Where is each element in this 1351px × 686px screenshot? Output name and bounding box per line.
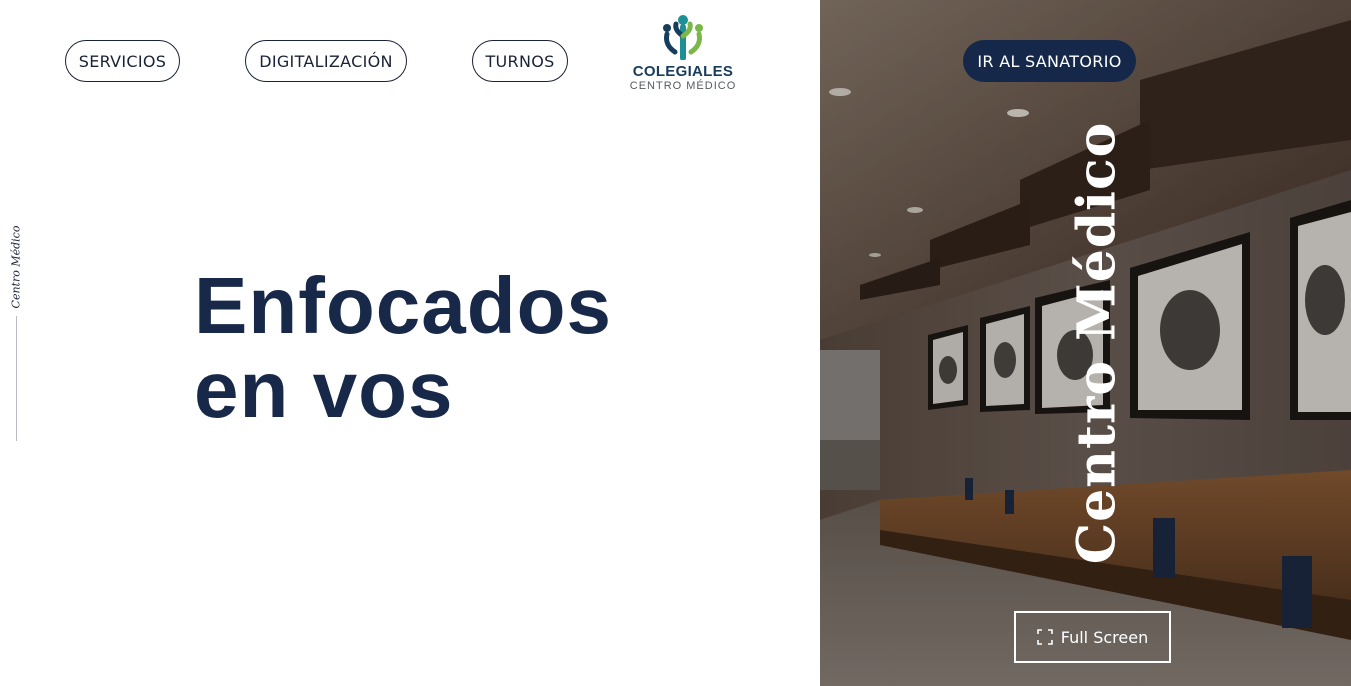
- nav-servicios-button[interactable]: SERVICIOS: [65, 40, 180, 82]
- photo-title: Centro Médico: [1066, 121, 1128, 565]
- page: SERVICIOS DIGITALIZACIÓN TURNOS COLEGIAL…: [0, 0, 1351, 686]
- side-divider-line: [16, 316, 17, 441]
- nav-turnos-button[interactable]: TURNOS: [472, 40, 568, 82]
- nav-digitalizacion-button[interactable]: DIGITALIZACIÓN: [245, 40, 407, 82]
- expand-icon: [1036, 629, 1053, 645]
- ir-al-sanatorio-button[interactable]: IR AL SANATORIO: [963, 40, 1136, 82]
- nav-digitalizacion-label: DIGITALIZACIÓN: [259, 51, 393, 71]
- hero-line-2: en vos: [194, 345, 454, 434]
- nav-turnos-label: TURNOS: [485, 51, 555, 71]
- logo-subtitle: CENTRO MÉDICO: [629, 80, 737, 92]
- hero-headline: Enfocados en vos: [194, 264, 612, 432]
- full-screen-button[interactable]: Full Screen: [1014, 611, 1171, 663]
- logo-figures-icon: [663, 15, 703, 60]
- logo-name: COLEGIALES: [632, 63, 734, 80]
- side-label: Centro Médico: [9, 225, 23, 309]
- photo-panel: IR AL SANATORIO Centro Médico Full Scree…: [820, 0, 1351, 686]
- left-panel: SERVICIOS DIGITALIZACIÓN TURNOS COLEGIAL…: [0, 0, 820, 686]
- hero-line-1: Enfocados: [194, 261, 612, 350]
- full-screen-label: Full Screen: [1060, 627, 1149, 647]
- logo[interactable]: COLEGIALES CENTRO MÉDICO: [628, 14, 738, 98]
- nav-servicios-label: SERVICIOS: [78, 51, 167, 71]
- ir-al-sanatorio-label: IR AL SANATORIO: [977, 51, 1122, 71]
